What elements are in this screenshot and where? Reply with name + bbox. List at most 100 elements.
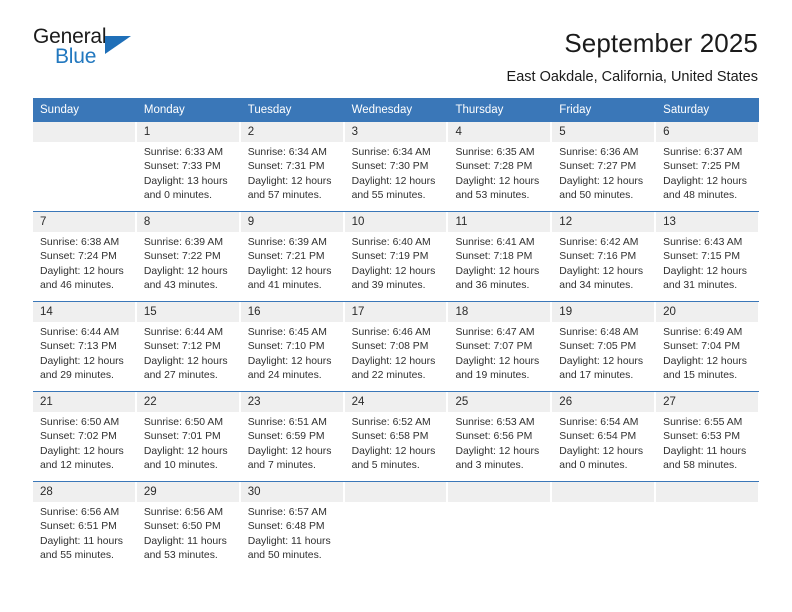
day-info-daylight-1: Daylight: 12 hours — [559, 175, 644, 187]
day-number: 23 — [240, 392, 344, 412]
calendar-day-cell[interactable]: 23 Sunrise: 6:51 AM Sunset: 6:59 PM Dayligh… — [240, 392, 345, 481]
day-info-sunrise: Sunrise: 6:40 AM — [351, 237, 431, 248]
weekday-thursday: Thursday — [448, 98, 553, 122]
day-info-daylight-1: Daylight: 12 hours — [559, 445, 644, 457]
calendar-day-cell[interactable]: 16 Sunrise: 6:45 AM Sunset: 7:10 PM Dayligh… — [240, 302, 345, 391]
day-info-daylight-1: Daylight: 12 hours — [663, 175, 747, 187]
day-info-daylight-1: Daylight: 12 hours — [455, 265, 540, 277]
calendar-day-cell[interactable]: 15 Sunrise: 6:44 AM Sunset: 7:12 PM Dayligh… — [136, 302, 241, 391]
calendar-day-cell[interactable]: 5 Sunrise: 6:36 AM Sunset: 7:27 PM Daylight… — [552, 122, 657, 211]
day-number: 27 — [656, 392, 760, 412]
calendar-day-cell[interactable]: 7 Sunrise: 6:38 AM Sunset: 7:24 PM Daylight… — [33, 212, 137, 301]
day-info-daylight-2: and 36 minutes. — [455, 280, 530, 292]
day-number: 14 — [33, 302, 136, 322]
day-info: Sunrise: 6:43 AM Sunset: 7:15 PM Daylight:… — [656, 232, 759, 294]
day-info-sunrise: Sunrise: 6:36 AM — [559, 147, 639, 158]
calendar-day-cell[interactable]: 11 Sunrise: 6:41 AM Sunset: 7:18 PM Dayligh… — [448, 212, 553, 301]
calendar-day-cell[interactable]: 9 Sunrise: 6:39 AM Sunset: 7:21 PM Daylight… — [240, 212, 345, 301]
calendar-day-cell[interactable]: 1 Sunrise: 6:33 AM Sunset: 7:33 PM Daylight… — [136, 122, 241, 211]
day-info-daylight-2: and 50 minutes. — [559, 190, 634, 202]
calendar-grid: Sunday Monday Tuesday Wednesday Thursday… — [33, 98, 760, 570]
calendar-day-cell[interactable]: 8 Sunrise: 6:39 AM Sunset: 7:22 PM Daylight… — [136, 212, 241, 301]
calendar-cell-empty — [344, 482, 449, 570]
day-info-daylight-2: and 19 minutes. — [455, 370, 530, 382]
day-info-sunset: Sunset: 7:13 PM — [40, 341, 117, 353]
day-number: 18 — [448, 302, 552, 322]
calendar-day-cell[interactable]: 14 Sunrise: 6:44 AM Sunset: 7:13 PM Dayligh… — [33, 302, 137, 391]
calendar-day-cell[interactable]: 19 Sunrise: 6:48 AM Sunset: 7:05 PM Dayligh… — [552, 302, 657, 391]
day-info-daylight-2: and 27 minutes. — [143, 370, 218, 382]
day-number: 19 — [552, 302, 656, 322]
day-info-sunrise: Sunrise: 6:54 AM — [559, 417, 639, 428]
day-info-sunrise: Sunrise: 6:41 AM — [455, 237, 535, 248]
day-number — [552, 482, 656, 502]
day-info-daylight-2: and 29 minutes. — [40, 370, 114, 382]
calendar-day-cell[interactable]: 12 Sunrise: 6:42 AM Sunset: 7:16 PM Dayligh… — [552, 212, 657, 301]
day-number: 5 — [552, 122, 656, 142]
day-info-daylight-1: Daylight: 12 hours — [455, 355, 540, 367]
day-info-sunset: Sunset: 6:56 PM — [455, 431, 533, 443]
calendar-day-cell[interactable]: 24 Sunrise: 6:52 AM Sunset: 6:58 PM Dayligh… — [344, 392, 449, 481]
day-info-sunrise: Sunrise: 6:33 AM — [143, 147, 223, 158]
calendar-day-cell[interactable]: 29 Sunrise: 6:56 AM Sunset: 6:50 PM Dayligh… — [136, 482, 241, 570]
day-info-sunrise: Sunrise: 6:37 AM — [663, 147, 743, 158]
day-info: Sunrise: 6:37 AM Sunset: 7:25 PM Daylight:… — [656, 142, 759, 204]
day-info-sunrise: Sunrise: 6:34 AM — [247, 147, 327, 158]
day-number — [33, 122, 136, 142]
day-info-sunset: Sunset: 6:53 PM — [663, 431, 740, 443]
calendar-day-cell[interactable]: 30 Sunrise: 6:57 AM Sunset: 6:48 PM Dayligh… — [240, 482, 345, 570]
calendar-day-cell[interactable]: 13 Sunrise: 6:43 AM Sunset: 7:15 PM Dayligh… — [656, 212, 760, 301]
day-info-sunset: Sunset: 7:04 PM — [663, 341, 740, 353]
triangle-icon — [105, 36, 131, 54]
day-number: 21 — [33, 392, 136, 412]
day-info: Sunrise: 6:36 AM Sunset: 7:27 PM Daylight:… — [552, 142, 655, 204]
calendar-day-cell[interactable]: 27 Sunrise: 6:55 AM Sunset: 6:53 PM Dayligh… — [656, 392, 760, 481]
calendar-day-cell[interactable]: 26 Sunrise: 6:54 AM Sunset: 6:54 PM Dayligh… — [552, 392, 657, 481]
day-info-daylight-1: Daylight: 12 hours — [40, 355, 124, 367]
day-info-daylight-2: and 22 minutes. — [351, 370, 426, 382]
day-info-daylight-2: and 12 minutes. — [40, 460, 114, 472]
day-info-daylight-2: and 31 minutes. — [663, 280, 738, 292]
weekday-wednesday: Wednesday — [345, 98, 449, 122]
calendar-day-cell[interactable]: 22 Sunrise: 6:50 AM Sunset: 7:01 PM Dayligh… — [136, 392, 241, 481]
calendar-day-cell[interactable]: 17 Sunrise: 6:46 AM Sunset: 7:08 PM Dayligh… — [344, 302, 449, 391]
day-number: 2 — [240, 122, 344, 142]
day-number: 3 — [344, 122, 448, 142]
day-number: 9 — [240, 212, 344, 232]
day-info-sunrise: Sunrise: 6:43 AM — [663, 237, 743, 248]
day-info-daylight-1: Daylight: 12 hours — [455, 175, 540, 187]
calendar-day-cell[interactable]: 6 Sunrise: 6:37 AM Sunset: 7:25 PM Daylight… — [656, 122, 760, 211]
day-info: Sunrise: 6:50 AM Sunset: 7:02 PM Daylight:… — [33, 412, 136, 474]
day-info-daylight-1: Daylight: 12 hours — [247, 175, 332, 187]
brand-logo[interactable]: General Blue — [33, 26, 137, 74]
day-number: 12 — [552, 212, 656, 232]
calendar-day-cell[interactable]: 21 Sunrise: 6:50 AM Sunset: 7:02 PM Dayligh… — [33, 392, 137, 481]
day-info-daylight-2: and 10 minutes. — [143, 460, 218, 472]
day-info-daylight-1: Daylight: 11 hours — [143, 535, 227, 547]
calendar-page: General Blue September 2025 East Oakdale… — [0, 0, 792, 612]
calendar-day-cell[interactable]: 3 Sunrise: 6:34 AM Sunset: 7:30 PM Daylight… — [344, 122, 449, 211]
calendar-day-cell[interactable]: 10 Sunrise: 6:40 AM Sunset: 7:19 PM Dayligh… — [344, 212, 449, 301]
day-info-daylight-2: and 58 minutes. — [663, 460, 738, 472]
day-info-sunset: Sunset: 7:31 PM — [247, 161, 325, 173]
calendar-day-cell[interactable]: 25 Sunrise: 6:53 AM Sunset: 6:56 PM Dayligh… — [448, 392, 553, 481]
day-info-daylight-2: and 17 minutes. — [559, 370, 634, 382]
day-info: Sunrise: 6:44 AM Sunset: 7:12 PM Daylight:… — [137, 322, 240, 384]
calendar-day-cell[interactable]: 28 Sunrise: 6:56 AM Sunset: 6:51 PM Dayligh… — [33, 482, 137, 570]
day-info-sunset: Sunset: 7:16 PM — [559, 251, 637, 263]
day-number: 1 — [136, 122, 240, 142]
calendar-day-cell[interactable]: 18 Sunrise: 6:47 AM Sunset: 7:07 PM Dayligh… — [448, 302, 553, 391]
day-info-daylight-1: Daylight: 12 hours — [143, 265, 228, 277]
day-info-sunset: Sunset: 7:15 PM — [663, 251, 740, 263]
day-info: Sunrise: 6:39 AM Sunset: 7:22 PM Daylight:… — [137, 232, 240, 294]
day-info-sunrise: Sunrise: 6:57 AM — [247, 507, 327, 518]
calendar-day-cell[interactable]: 20 Sunrise: 6:49 AM Sunset: 7:04 PM Dayligh… — [656, 302, 760, 391]
day-info-daylight-1: Daylight: 12 hours — [351, 175, 436, 187]
weekday-saturday: Saturday — [663, 104, 710, 116]
day-info-sunset: Sunset: 6:50 PM — [143, 521, 221, 533]
day-number — [656, 482, 760, 502]
calendar-day-cell[interactable]: 2 Sunrise: 6:34 AM Sunset: 7:31 PM Daylight… — [240, 122, 345, 211]
day-info-sunrise: Sunrise: 6:53 AM — [455, 417, 535, 428]
day-number: 30 — [240, 482, 344, 502]
calendar-day-cell[interactable]: 4 Sunrise: 6:35 AM Sunset: 7:28 PM Daylight… — [448, 122, 553, 211]
